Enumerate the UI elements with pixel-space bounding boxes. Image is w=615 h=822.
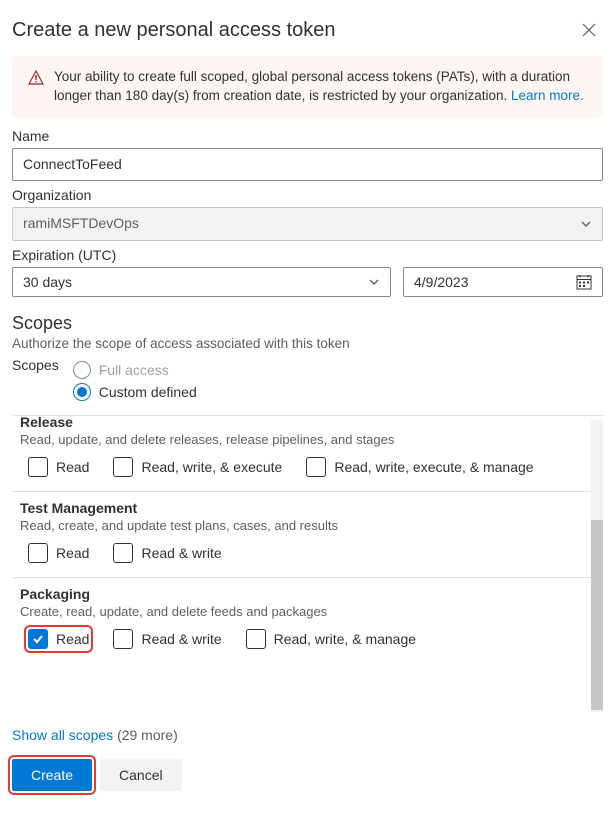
packaging-read-checkbox[interactable]: Read [28,629,89,649]
scrollbar[interactable] [591,420,603,712]
organization-select[interactable]: ramiMSFTDevOps [12,207,603,241]
scopes-heading: Scopes [12,313,603,334]
scope-list: Release Read, update, and delete release… [12,415,603,715]
checkbox-label: Read & write [141,631,221,647]
checkbox-label: Read & write [141,545,221,561]
packaging-read-write-manage-checkbox[interactable]: Read, write, & manage [246,629,416,649]
name-input[interactable] [12,148,603,182]
release-read-checkbox[interactable]: Read [28,457,89,477]
scope-group-title: Release [20,415,593,430]
name-label: Name [12,128,603,144]
radio-label: Full access [99,362,169,378]
checkbox-icon [113,457,133,477]
scope-group-release: Release Read, update, and delete release… [12,416,593,492]
checkbox-label: Read, write, & manage [274,631,416,647]
release-read-write-execute-checkbox[interactable]: Read, write, & execute [113,457,282,477]
checkbox-label: Read, write, execute, & manage [334,459,533,475]
expiration-preset-value: 30 days [23,274,72,290]
expiration-label: Expiration (UTC) [12,247,603,263]
scope-group-title: Test Management [20,500,593,516]
scrollbar-thumb[interactable] [591,520,603,710]
scope-group-test-management: Test Management Read, create, and update… [12,492,593,578]
show-all-scopes-link[interactable]: Show all scopes [12,727,113,743]
scope-custom-defined-radio[interactable]: Custom defined [73,383,197,401]
checkbox-label: Read [56,631,89,647]
checkbox-icon [246,629,266,649]
scopes-label: Scopes [12,357,63,373]
scopes-subheading: Authorize the scope of access associated… [12,336,603,351]
checkbox-icon [28,543,48,563]
chevron-down-icon [368,276,380,288]
radio-label: Custom defined [99,384,197,400]
expiration-date-input[interactable]: 4/9/2023 [403,267,603,297]
checkbox-label: Read [56,459,89,475]
scope-group-desc: Create, read, update, and delete feeds a… [20,604,593,619]
scope-group-desc: Read, update, and delete releases, relea… [20,432,593,447]
checkbox-icon [113,543,133,563]
scope-full-access-radio[interactable]: Full access [73,361,197,379]
checkbox-icon [28,629,48,649]
checkbox-icon [306,457,326,477]
checkbox-label: Read, write, & execute [141,459,282,475]
organization-value: ramiMSFTDevOps [23,214,139,234]
scope-group-packaging: Packaging Create, read, update, and dele… [12,578,593,663]
packaging-read-write-checkbox[interactable]: Read & write [113,629,221,649]
checkbox-icon [113,629,133,649]
scope-group-title: Packaging [20,586,593,602]
expiration-preset-select[interactable]: 30 days [12,267,391,297]
create-button[interactable]: Create [12,759,92,791]
show-all-scopes-count: (29 more) [117,727,178,743]
cancel-button[interactable]: Cancel [100,759,182,791]
show-all-scopes: Show all scopes (29 more) [12,727,603,743]
checkbox-icon [28,457,48,477]
radio-icon [73,361,91,379]
expiration-date-value: 4/9/2023 [414,274,469,290]
organization-label: Organization [12,187,603,203]
chevron-down-icon [580,218,592,230]
restriction-banner: Your ability to create full scoped, glob… [12,56,603,118]
calendar-icon [576,274,592,290]
create-pat-panel: Create a new personal access token Your … [0,0,615,807]
banner-text: Your ability to create full scoped, glob… [54,69,570,103]
learn-more-link[interactable]: Learn more. [511,88,584,103]
close-icon [582,23,596,37]
scope-group-desc: Read, create, and update test plans, cas… [20,518,593,533]
test-read-checkbox[interactable]: Read [28,543,89,563]
release-read-write-execute-manage-checkbox[interactable]: Read, write, execute, & manage [306,457,533,477]
checkbox-label: Read [56,545,89,561]
close-button[interactable] [575,16,603,44]
test-read-write-checkbox[interactable]: Read & write [113,543,221,563]
warning-icon [28,70,44,86]
panel-title: Create a new personal access token [12,19,336,42]
radio-icon [73,383,91,401]
